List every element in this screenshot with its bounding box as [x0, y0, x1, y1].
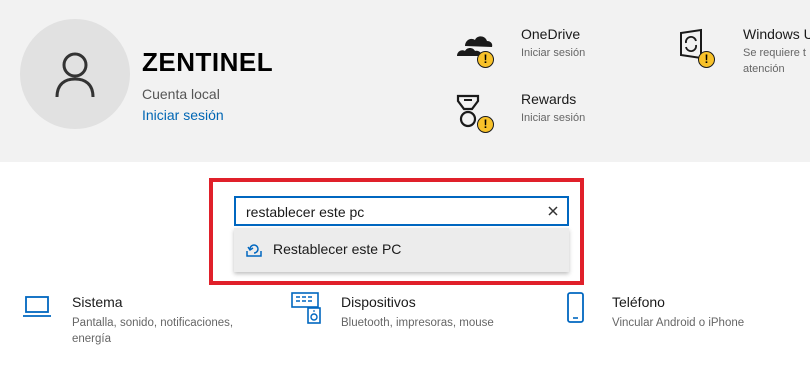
- category-description: Bluetooth, impresoras, mouse: [341, 317, 494, 329]
- category-telefono[interactable]: Teléfono Vincular Android o iPhone: [562, 292, 810, 352]
- reset-pc-icon: [246, 244, 262, 257]
- category-description: Vincular Android o iPhone: [612, 317, 745, 329]
- windows-update-service[interactable]: ! Windows U Se requiere t atención: [677, 26, 810, 81]
- onedrive-service[interactable]: ! OneDrive Iniciar sesión: [455, 26, 655, 76]
- rewards-title: Rewards: [521, 91, 577, 107]
- category-title: Teléfono: [612, 294, 665, 310]
- search-suggestion[interactable]: Restablecer este PC: [234, 228, 569, 272]
- rewards-service[interactable]: ! Rewards Iniciar sesión: [455, 91, 655, 141]
- warning-icon: !: [698, 51, 715, 68]
- onedrive-title: OneDrive: [521, 26, 581, 42]
- windows-update-title: Windows U: [743, 26, 810, 42]
- warning-icon: !: [477, 116, 494, 133]
- user-name: ZENTINEL: [142, 47, 274, 77]
- close-icon[interactable]: [545, 203, 561, 219]
- account-type: Cuenta local: [142, 86, 220, 102]
- category-title: Dispositivos: [341, 294, 416, 310]
- category-sistema[interactable]: Sistema Pantalla, sonido, notificaciones…: [22, 292, 272, 352]
- devices-icon: [291, 292, 321, 324]
- avatar: [20, 19, 130, 129]
- user-icon: [55, 52, 95, 98]
- category-description: energía: [72, 333, 112, 345]
- warning-icon: !: [477, 51, 494, 68]
- search-input[interactable]: [246, 202, 541, 222]
- windows-update-subtitle-1: Se requiere t: [743, 47, 806, 59]
- category-description: Pantalla, sonido, notificaciones,: [72, 317, 234, 329]
- suggestion-label: Restablecer este PC: [273, 241, 402, 257]
- category-title: Sistema: [72, 294, 123, 310]
- signin-link[interactable]: Iniciar sesión: [142, 107, 224, 123]
- category-dispositivos[interactable]: Dispositivos Bluetooth, impresoras, mous…: [291, 292, 541, 352]
- phone-icon: [567, 292, 584, 323]
- account-header: ZENTINEL Cuenta local Iniciar sesión ! O…: [0, 0, 810, 162]
- windows-update-subtitle-2: atención: [743, 63, 785, 75]
- rewards-subtitle: Iniciar sesión: [521, 112, 586, 124]
- search-box[interactable]: [234, 196, 569, 226]
- laptop-icon: [23, 296, 51, 317]
- onedrive-subtitle: Iniciar sesión: [521, 47, 586, 59]
